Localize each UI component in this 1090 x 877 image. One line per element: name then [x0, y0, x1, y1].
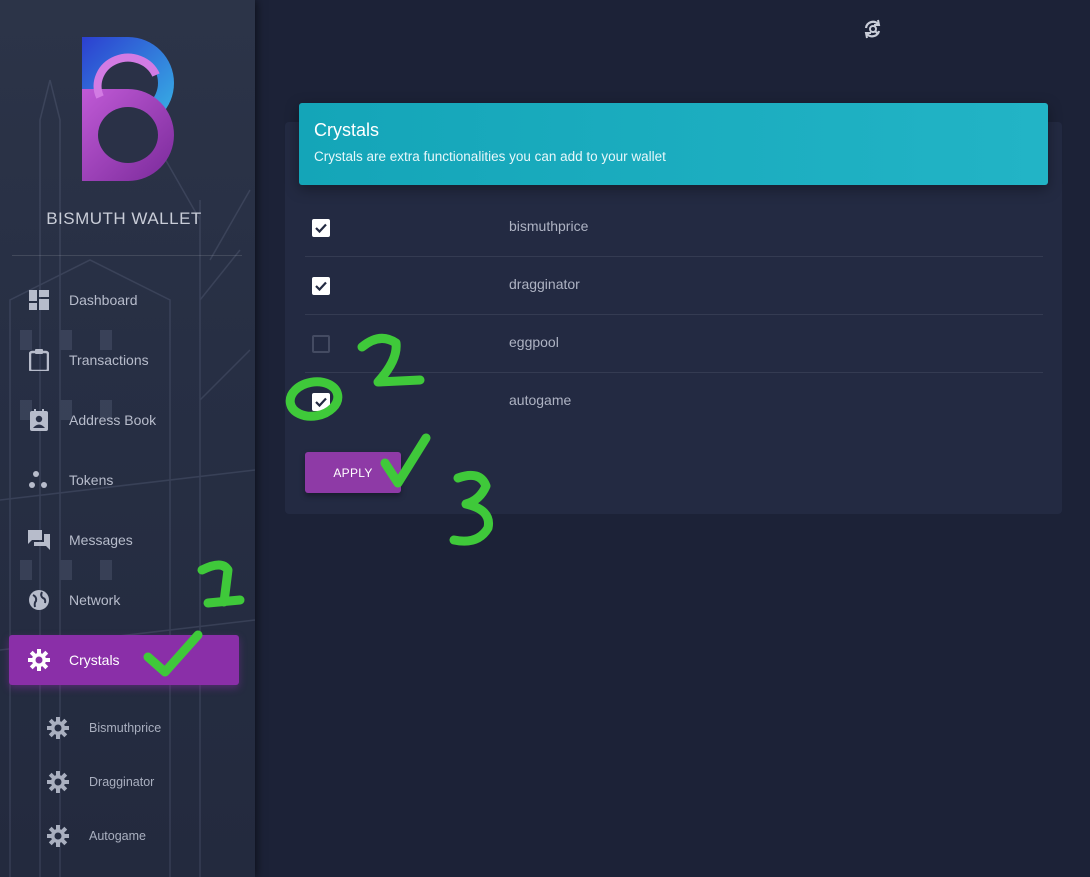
check-icon [315, 397, 327, 408]
contact-card-icon [28, 409, 50, 431]
crystal-row: dragginator [305, 257, 1043, 315]
crystal-name: bismuthprice [509, 218, 589, 234]
card-subtitle: Crystals are extra functionalities you c… [314, 149, 666, 164]
sidebar-item-label: Address Book [69, 412, 157, 428]
refresh-search-icon [864, 19, 881, 39]
sidebar-subitem-autogame[interactable]: Autogame [45, 821, 235, 851]
sidebar-item-tokens[interactable]: Tokens [9, 455, 239, 505]
sidebar-item-dashboard[interactable]: Dashboard [9, 275, 239, 325]
sidebar-subitem-label: Dragginator [89, 775, 155, 789]
sidebar-item-transactions[interactable]: Transactions [9, 335, 239, 385]
card-title: Crystals [314, 120, 380, 140]
crystal-row: bismuthprice [305, 199, 1043, 257]
sidebar-item-messages[interactable]: Messages [9, 515, 239, 565]
sidebar-item-label: Crystals [69, 652, 120, 668]
crystals-card-header: Crystals Crystals are extra functionalit… [299, 103, 1048, 185]
chat-icon [28, 529, 50, 551]
crystal-name: eggpool [509, 334, 559, 350]
clipboard-icon [28, 349, 50, 371]
sidebar-item-label: Messages [69, 532, 133, 548]
sidebar-item-network[interactable]: Network [9, 575, 239, 625]
gear-icon [45, 715, 71, 741]
crystal-checkbox-autogame[interactable] [312, 393, 330, 411]
check-icon [315, 223, 327, 234]
sidebar-subitem-label: Bismuthprice [89, 721, 162, 735]
sidebar-subitem-bismuthprice[interactable]: Bismuthprice [45, 713, 235, 743]
sidebar-item-label: Dashboard [69, 292, 138, 308]
gear-icon [28, 649, 50, 671]
globe-icon [28, 589, 50, 611]
crystal-name: autogame [509, 392, 572, 408]
gear-icon [45, 769, 71, 795]
dashboard-icon [28, 289, 50, 311]
sidebar-subitem-label: Autogame [89, 829, 146, 843]
gear-icon [45, 823, 71, 849]
tokens-icon [28, 469, 50, 491]
crystal-name: dragginator [509, 276, 580, 292]
sidebar-item-label: Network [69, 592, 121, 608]
bismuth-logo [78, 35, 180, 183]
sidebar-item-label: Tokens [69, 472, 114, 488]
sidebar: BISMUTH WALLET Dashboard Transactions Ad… [0, 0, 255, 877]
crystal-row: eggpool [305, 315, 1043, 373]
sidebar-item-label: Transactions [69, 352, 149, 368]
sidebar-item-address-book[interactable]: Address Book [9, 395, 239, 445]
apply-button[interactable]: APPLY [305, 452, 401, 493]
crystal-checkbox-eggpool[interactable] [312, 335, 330, 353]
crystal-checkbox-bismuthprice[interactable] [312, 219, 330, 237]
sidebar-item-crystals[interactable]: Crystals [9, 635, 239, 685]
divider [12, 255, 242, 256]
crystal-row: autogame [305, 373, 1043, 431]
crystal-checkbox-dragginator[interactable] [312, 277, 330, 295]
sidebar-subitem-dragginator[interactable]: Dragginator [45, 767, 235, 797]
refresh-button[interactable] [862, 18, 886, 42]
check-icon [315, 281, 327, 292]
brand-title: BISMUTH WALLET [46, 209, 202, 228]
